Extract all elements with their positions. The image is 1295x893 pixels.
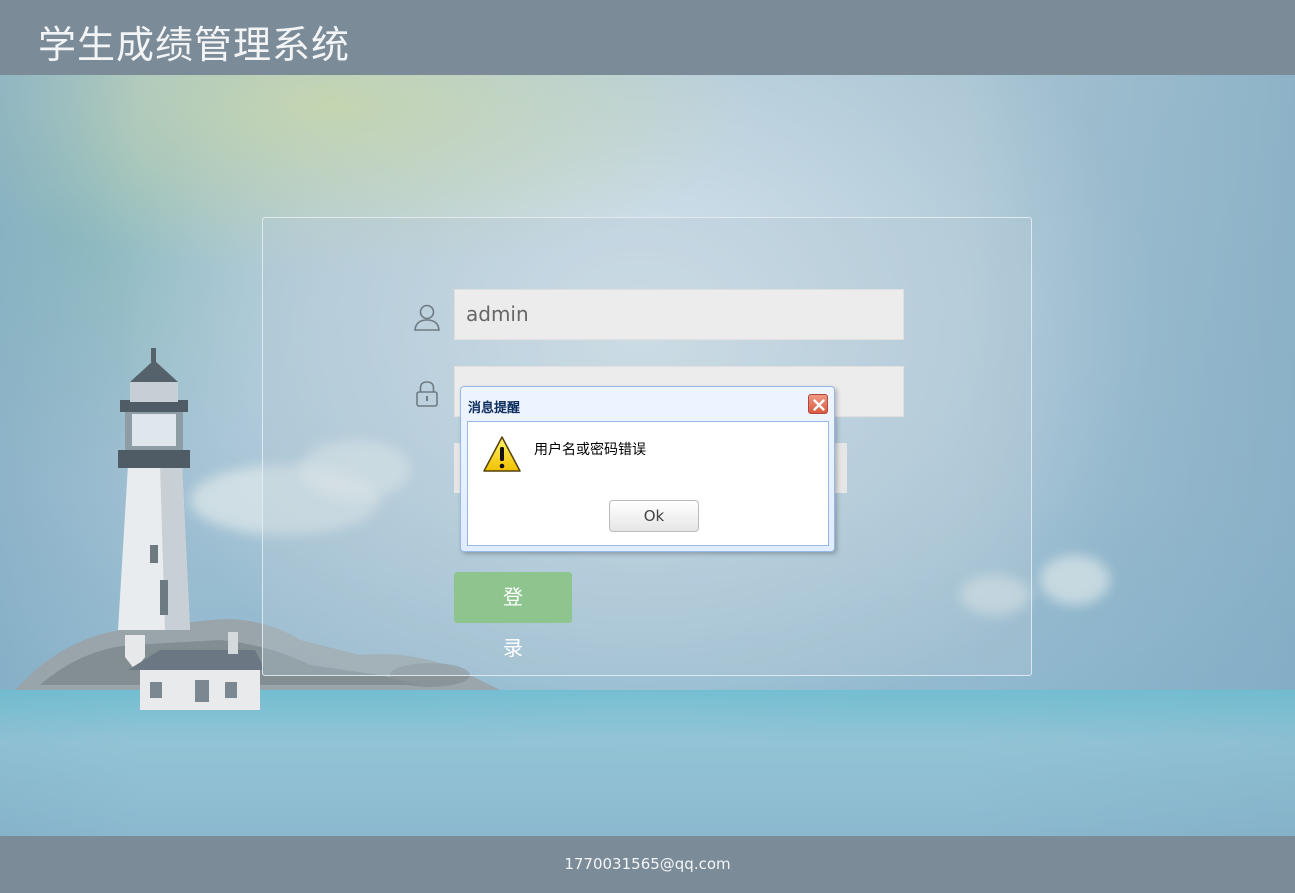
cloud [1040, 555, 1110, 605]
dialog-body: 用户名或密码错误 Ok [467, 421, 829, 546]
lock-icon [416, 381, 438, 407]
message-dialog: 消息提醒 用户名或密码错误 Ok [460, 386, 835, 552]
close-icon[interactable] [808, 394, 828, 414]
warning-icon [483, 436, 521, 472]
dialog-title: 消息提醒 [468, 401, 521, 416]
app-title: 学生成绩管理系统 [38, 23, 351, 67]
sea [0, 690, 1295, 836]
footer-contact: 1770031565@qq.com [564, 855, 731, 873]
username-input[interactable]: admin [454, 289, 904, 340]
ok-button[interactable]: Ok [609, 500, 699, 532]
dialog-message: 用户名或密码错误 [534, 442, 646, 458]
close-icon-glyph [813, 399, 825, 411]
user-icon [414, 304, 440, 331]
login-button[interactable]: 登 录 [454, 572, 572, 660]
username-value: admin [466, 302, 529, 326]
app-header: 学生成绩管理系统 [0, 0, 1295, 75]
app-footer: 1770031565@qq.com [0, 836, 1295, 893]
